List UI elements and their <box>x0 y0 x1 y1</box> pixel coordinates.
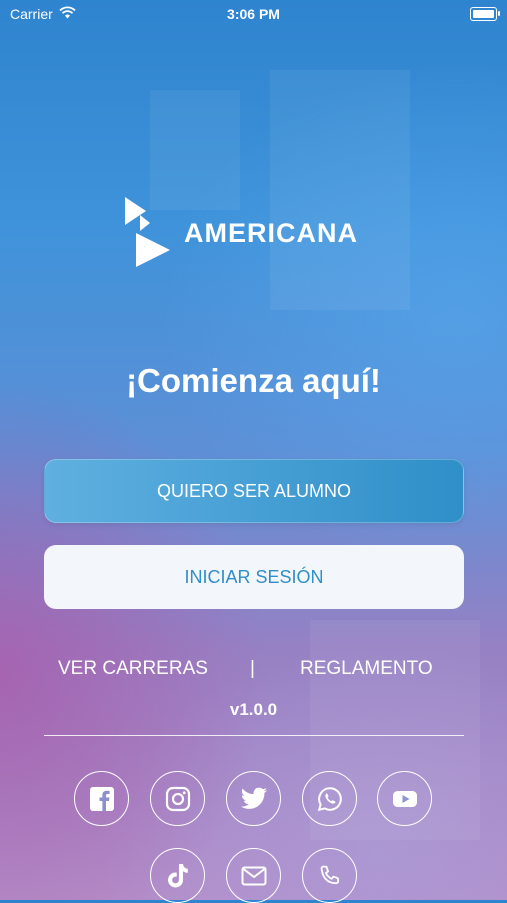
link-separator: | <box>250 658 255 679</box>
battery-icon <box>470 7 500 21</box>
twitter-button[interactable] <box>226 771 281 826</box>
careers-link[interactable]: VER CARRERAS <box>58 658 208 680</box>
phone-icon <box>318 864 342 888</box>
brand-logo: AMERICANA <box>122 195 358 272</box>
clock: 3:06 PM <box>227 6 280 22</box>
footer-links: VER CARRERAS | REGLAMENTO <box>0 658 507 682</box>
logo-mark-icon <box>122 195 170 272</box>
divider <box>44 735 464 736</box>
phone-button[interactable] <box>302 848 357 903</box>
login-button[interactable]: INICIAR SESIÓN <box>44 545 464 609</box>
youtube-icon <box>392 789 418 809</box>
register-button[interactable]: QUIERO SER ALUMNO <box>44 459 464 523</box>
background-shape <box>270 70 410 310</box>
status-bar: Carrier 3:06 PM <box>0 0 507 30</box>
facebook-button[interactable] <box>74 771 129 826</box>
whatsapp-button[interactable] <box>302 771 357 826</box>
app-version: v1.0.0 <box>229 700 278 719</box>
background-shape <box>150 90 240 210</box>
regulations-link[interactable]: REGLAMENTO <box>300 658 433 680</box>
tiktok-icon <box>166 863 190 889</box>
mail-icon <box>241 866 267 886</box>
instagram-icon <box>165 786 191 812</box>
page-title: ¡Comienza aquí! <box>126 362 381 399</box>
tiktok-button[interactable] <box>150 848 205 903</box>
twitter-icon <box>240 787 268 811</box>
facebook-icon <box>89 786 115 812</box>
instagram-button[interactable] <box>150 771 205 826</box>
whatsapp-icon <box>317 786 343 812</box>
youtube-button[interactable] <box>377 771 432 826</box>
brand-name: AMERICANA <box>184 218 358 248</box>
email-button[interactable] <box>226 848 281 903</box>
